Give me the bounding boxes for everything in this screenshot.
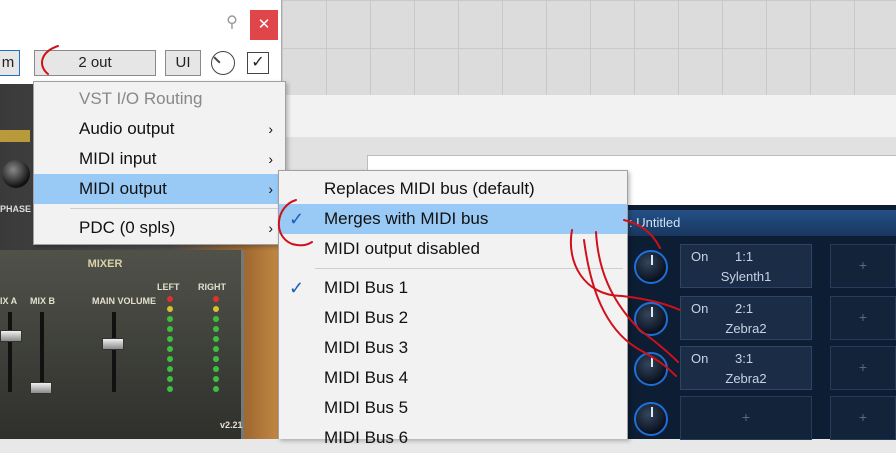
wet-dry-knob[interactable] (211, 51, 235, 75)
meter-led (167, 356, 173, 362)
pin-icon[interactable]: ⚲ (222, 12, 242, 34)
right-meter-label: RIGHT (198, 282, 226, 292)
slot-volume-knob[interactable] (634, 352, 668, 386)
rack-slot[interactable]: On 2:1 Zebra2 (680, 296, 812, 340)
main-volume-label: MAIN VOLUME (92, 296, 156, 306)
meter-led (167, 336, 173, 342)
track-band (282, 95, 896, 138)
slot-on-label[interactable]: On (691, 351, 708, 366)
mixer-title: MIXER (87, 258, 123, 270)
check-icon: ✓ (251, 54, 265, 71)
oscillator-header (0, 130, 30, 142)
chevron-right-icon: › (268, 151, 273, 167)
menu-item-midi-bus-2[interactable]: MIDI Bus 2 (279, 303, 627, 333)
slot-instrument-name: Zebra2 (725, 321, 767, 336)
slot-channel: 2:1 (735, 301, 754, 316)
meter-led (213, 346, 219, 352)
phase-knob[interactable] (2, 160, 30, 188)
enable-checkbox[interactable]: ✓ (247, 52, 269, 74)
meter-led (167, 316, 173, 322)
rack-slot[interactable]: On 1:1 Sylenth1 (680, 244, 812, 288)
vst-routing-menu: VST I/O Routing Audio output › MIDI inpu… (33, 81, 286, 245)
slot-channel: 3:1 (735, 351, 754, 366)
meter-led (167, 366, 173, 372)
add-slot-button[interactable]: + (830, 346, 896, 390)
slot-on-label[interactable]: On (691, 301, 708, 316)
fader-track (8, 312, 12, 392)
chevron-right-icon: › (268, 220, 273, 236)
menu-item-vst-io-routing: VST I/O Routing (79, 89, 203, 108)
menu-item-midi-bus-3[interactable]: MIDI Bus 3 (279, 333, 627, 363)
meter-led (167, 346, 173, 352)
add-slot-button[interactable]: + (680, 396, 812, 440)
mix-b-fader[interactable] (30, 382, 52, 394)
mix-a-fader[interactable] (0, 330, 22, 342)
add-slot-button[interactable]: + (830, 244, 896, 288)
rack-slot-row: On 2:1 Zebra2 + (630, 294, 896, 342)
menu-item-midi-output[interactable]: MIDI output › (34, 174, 285, 204)
meter-led (213, 326, 219, 332)
slot-instrument-name: Sylenth1 (720, 269, 772, 284)
main-volume-fader[interactable] (102, 338, 124, 350)
meter-led (213, 316, 219, 322)
meter-led (167, 296, 173, 302)
meter-led (167, 386, 173, 392)
menu-separator (315, 268, 623, 269)
rack-title: : Untitled (625, 210, 896, 236)
slot-on-label[interactable]: On (691, 249, 708, 264)
midi-output-submenu: Replaces MIDI bus (default) ✓ Merges wit… (278, 170, 628, 447)
mix-a-label: IX A (0, 296, 18, 306)
mix-b-label: MIX B (30, 296, 56, 306)
close-button[interactable]: ✕ (250, 10, 278, 40)
meter-led (213, 386, 219, 392)
meter-led (167, 306, 173, 312)
menu-item-midi-input[interactable]: MIDI input › (34, 144, 285, 174)
check-icon: ✓ (289, 209, 305, 229)
output-routing-button[interactable]: 2 out (34, 50, 156, 76)
rack-slot-row: + + (630, 394, 896, 442)
slot-volume-knob[interactable] (634, 302, 668, 336)
timeline-grid (282, 0, 896, 95)
slot-instrument-name: Zebra2 (725, 371, 767, 386)
meter-led (167, 376, 173, 382)
check-icon: ✓ (289, 278, 305, 298)
close-icon: ✕ (257, 16, 271, 33)
menu-item-midi-bus-5[interactable]: MIDI Bus 5 (279, 393, 627, 423)
menu-item-pdc[interactable]: PDC (0 spls) › (34, 213, 285, 243)
slot-volume-knob[interactable] (634, 250, 668, 284)
menu-item-merges-midi-bus[interactable]: ✓ Merges with MIDI bus (279, 204, 627, 234)
meter-led (213, 366, 219, 372)
version-label: v2.21 (220, 420, 243, 430)
rack-slot[interactable]: On 3:1 Zebra2 (680, 346, 812, 390)
slot-channel: 1:1 (735, 249, 754, 264)
fader-track (112, 312, 116, 392)
rack-slot-row: On 3:1 Zebra2 + (630, 344, 896, 392)
meter-led (213, 336, 219, 342)
ui-button[interactable]: UI (165, 50, 201, 76)
chevron-right-icon: › (268, 121, 273, 137)
meter-led (213, 306, 219, 312)
menu-separator (70, 208, 281, 209)
menu-item-midi-bus-6[interactable]: MIDI Bus 6 (279, 423, 627, 453)
menu-item-midi-bus-1[interactable]: ✓ MIDI Bus 1 (279, 273, 627, 303)
menu-item-midi-bus-4[interactable]: MIDI Bus 4 (279, 363, 627, 393)
slot-volume-knob[interactable] (634, 402, 668, 436)
meter-led (167, 326, 173, 332)
left-meter-label: LEFT (157, 282, 180, 292)
io-button[interactable]: m (0, 50, 20, 76)
add-slot-button[interactable]: + (830, 296, 896, 340)
meter-led (213, 296, 219, 302)
chevron-right-icon: › (268, 181, 273, 197)
menu-item-audio-output[interactable]: Audio output › (34, 114, 285, 144)
fader-track (40, 312, 44, 392)
rack-slot-row: On 1:1 Sylenth1 + (630, 242, 896, 290)
add-slot-button[interactable]: + (830, 396, 896, 440)
menu-item-midi-output-disabled[interactable]: MIDI output disabled (279, 234, 627, 264)
menu-item-replaces-midi-bus[interactable]: Replaces MIDI bus (default) (279, 174, 627, 204)
meter-led (213, 376, 219, 382)
meter-led (213, 356, 219, 362)
phase-label: PHASE (0, 204, 32, 214)
